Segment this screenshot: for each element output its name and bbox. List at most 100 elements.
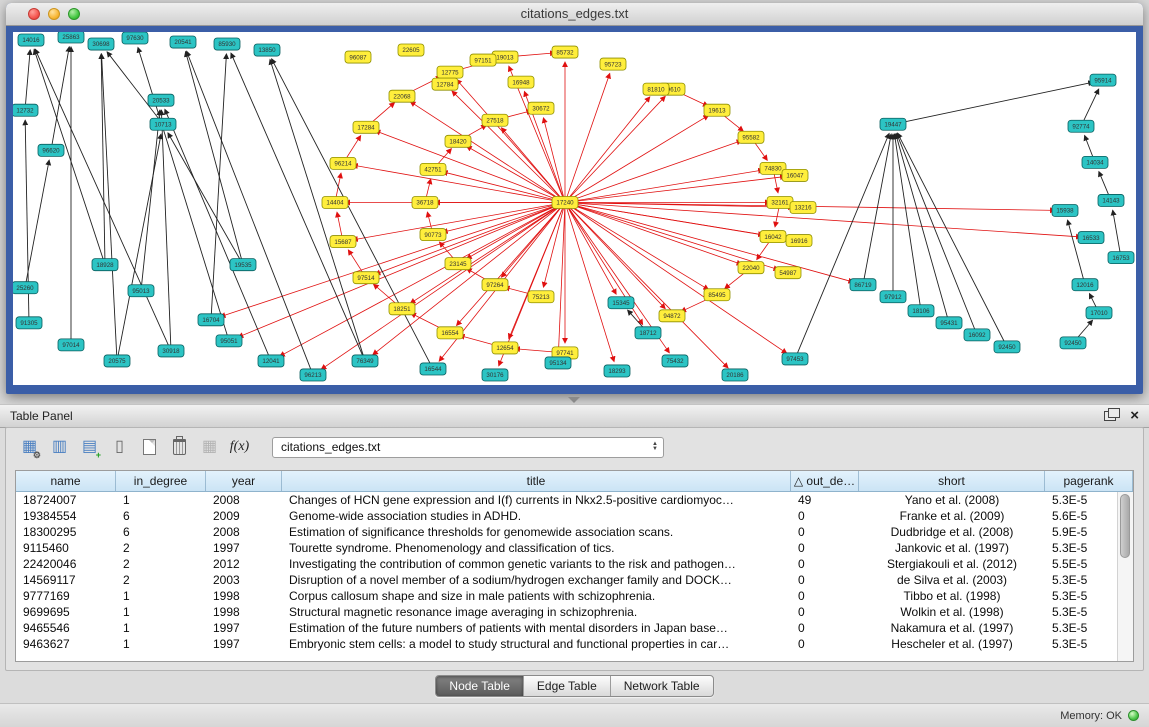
column-header-out_de[interactable]: △ out_de… bbox=[791, 471, 859, 491]
float-panel-icon[interactable] bbox=[1104, 411, 1116, 421]
graph-node[interactable]: 97453 bbox=[782, 353, 808, 365]
graph-node[interactable]: 12654 bbox=[492, 342, 518, 354]
graph-node[interactable]: 13216 bbox=[790, 201, 816, 213]
splitter-handle-icon[interactable] bbox=[568, 397, 580, 403]
window-close-button[interactable] bbox=[28, 8, 40, 20]
table-scrollbar[interactable] bbox=[1117, 492, 1133, 661]
graph-node[interactable]: 96214 bbox=[330, 157, 356, 169]
graph-node[interactable]: 18293 bbox=[604, 365, 630, 377]
graph-node[interactable]: 10713 bbox=[150, 118, 176, 130]
graph-node[interactable]: 96620 bbox=[38, 144, 64, 156]
graph-node[interactable]: 20575 bbox=[104, 355, 130, 367]
graph-node[interactable]: 95431 bbox=[936, 317, 962, 329]
graph-node[interactable]: 19447 bbox=[880, 118, 906, 130]
graph-node[interactable]: 22605 bbox=[398, 44, 424, 56]
column-header-name[interactable]: name bbox=[16, 471, 116, 491]
table-row[interactable]: 1830029562008Estimation of significance … bbox=[16, 524, 1133, 540]
graph-node[interactable]: 92450 bbox=[1060, 337, 1086, 349]
close-panel-icon[interactable]: × bbox=[1130, 409, 1139, 423]
graph-node[interactable]: 19535 bbox=[230, 259, 256, 271]
graph-node[interactable]: 18251 bbox=[389, 303, 415, 315]
graph-node[interactable]: 18106 bbox=[908, 305, 934, 317]
graph-node[interactable]: 12041 bbox=[258, 355, 284, 367]
graph-node[interactable]: 16753 bbox=[1108, 252, 1134, 264]
graph-node[interactable]: 14034 bbox=[1082, 156, 1108, 168]
graph-node[interactable]: 15345 bbox=[608, 297, 634, 309]
graph-node[interactable]: 14143 bbox=[1098, 194, 1124, 206]
graph-node[interactable]: 16916 bbox=[786, 235, 812, 247]
graph-node[interactable]: 19613 bbox=[704, 104, 730, 116]
graph-node[interactable]: 18928 bbox=[92, 259, 118, 271]
graph-node[interactable]: 18712 bbox=[635, 327, 661, 339]
graph-node[interactable]: 17284 bbox=[353, 121, 379, 133]
graph-node[interactable]: 22040 bbox=[738, 262, 764, 274]
graph-node[interactable]: 15938 bbox=[1052, 204, 1078, 216]
graph-node[interactable]: 95723 bbox=[600, 58, 626, 70]
graph-node[interactable]: 54987 bbox=[775, 267, 801, 279]
graph-node[interactable]: 17010 bbox=[1086, 307, 1112, 319]
graph-node[interactable]: 20186 bbox=[722, 369, 748, 381]
graph-node[interactable]: 23145 bbox=[445, 258, 471, 270]
window-minimize-button[interactable] bbox=[48, 8, 60, 20]
graph-node[interactable]: 22068 bbox=[389, 90, 415, 102]
graph-node[interactable]: 97912 bbox=[880, 291, 906, 303]
graph-node[interactable]: 94872 bbox=[659, 310, 685, 322]
graph-node[interactable]: 92774 bbox=[1068, 120, 1094, 132]
graph-node[interactable]: 75432 bbox=[662, 355, 688, 367]
network-canvas[interactable]: 1724097741126541655418251975141568714404… bbox=[13, 32, 1136, 385]
graph-node[interactable]: 14404 bbox=[322, 196, 348, 208]
column-header-year[interactable]: year bbox=[206, 471, 282, 491]
graph-node[interactable]: 16047 bbox=[782, 169, 808, 181]
graph-node[interactable]: 14016 bbox=[18, 34, 44, 46]
graph-node[interactable]: 18420 bbox=[445, 135, 471, 147]
graph-node[interactable]: 90773 bbox=[420, 229, 446, 241]
graph-node[interactable]: 15687 bbox=[330, 236, 356, 248]
graph-node[interactable]: 97630 bbox=[122, 32, 148, 44]
graph-node[interactable]: 25863 bbox=[58, 32, 84, 43]
graph-node[interactable]: 20541 bbox=[170, 36, 196, 48]
table-row[interactable]: 946362711997Embryonic stem cells: a mode… bbox=[16, 636, 1133, 652]
table-mode-icon[interactable]: ▦⚙ bbox=[16, 434, 43, 461]
graph-node[interactable]: 30918 bbox=[158, 345, 184, 357]
column-header-pagerank[interactable]: pagerank bbox=[1045, 471, 1133, 491]
graph-node[interactable]: 75213 bbox=[528, 291, 554, 303]
graph-node[interactable]: 81810 bbox=[643, 83, 669, 95]
tab-node-table[interactable]: Node Table bbox=[436, 676, 523, 696]
graph-node[interactable]: 16533 bbox=[1078, 232, 1104, 244]
graph-node[interactable]: 42751 bbox=[420, 163, 446, 175]
table-row[interactable]: 1938455462009Genome-wide association stu… bbox=[16, 508, 1133, 524]
graph-node[interactable]: 97151 bbox=[470, 54, 496, 66]
add-column-icon[interactable]: ▤+ bbox=[76, 434, 103, 461]
table-row[interactable]: 946554611997Estimation of the future num… bbox=[16, 620, 1133, 636]
graph-node[interactable]: 16042 bbox=[760, 231, 786, 243]
graph-node[interactable]: 92450 bbox=[994, 341, 1020, 353]
graph-node[interactable]: 16948 bbox=[508, 76, 534, 88]
graph-node[interactable]: 32161 bbox=[767, 196, 793, 208]
graph-node[interactable]: 36718 bbox=[412, 196, 438, 208]
graph-node[interactable]: 95582 bbox=[738, 131, 764, 143]
graph-node[interactable]: 85495 bbox=[704, 289, 730, 301]
graph-node[interactable]: 12784 bbox=[432, 78, 458, 90]
table-row[interactable]: 969969511998Structural magnetic resonanc… bbox=[16, 604, 1133, 620]
function-builder-icon[interactable]: f(x) bbox=[226, 434, 253, 461]
column-header-in_degree[interactable]: in_degree bbox=[116, 471, 206, 491]
graph-node[interactable]: 76349 bbox=[352, 355, 378, 367]
graph-node[interactable]: 12775 bbox=[437, 66, 463, 78]
trash-icon[interactable] bbox=[166, 434, 193, 461]
tab-edge-table[interactable]: Edge Table bbox=[523, 676, 610, 696]
new-file-icon[interactable] bbox=[136, 434, 163, 461]
column-header-title[interactable]: title bbox=[282, 471, 791, 491]
table-row[interactable]: 977716911998Corpus callosum shape and si… bbox=[16, 588, 1133, 604]
window-titlebar[interactable]: citations_edges.txt bbox=[6, 3, 1143, 26]
graph-node[interactable]: 95134 bbox=[545, 357, 571, 369]
graph-node[interactable]: 16704 bbox=[198, 314, 224, 326]
scrollbar-thumb[interactable] bbox=[1120, 494, 1130, 558]
graph-node[interactable]: 97514 bbox=[353, 272, 379, 284]
graph-node[interactable]: 85930 bbox=[214, 38, 240, 50]
graph-node[interactable]: 16554 bbox=[437, 327, 463, 339]
graph-node[interactable]: 96213 bbox=[300, 369, 326, 381]
tab-network-table[interactable]: Network Table bbox=[610, 676, 713, 696]
graph-node[interactable]: 95051 bbox=[216, 335, 242, 347]
graph-node[interactable]: 25260 bbox=[13, 282, 38, 294]
table-row[interactable]: 2242004622012Investigating the contribut… bbox=[16, 556, 1133, 572]
